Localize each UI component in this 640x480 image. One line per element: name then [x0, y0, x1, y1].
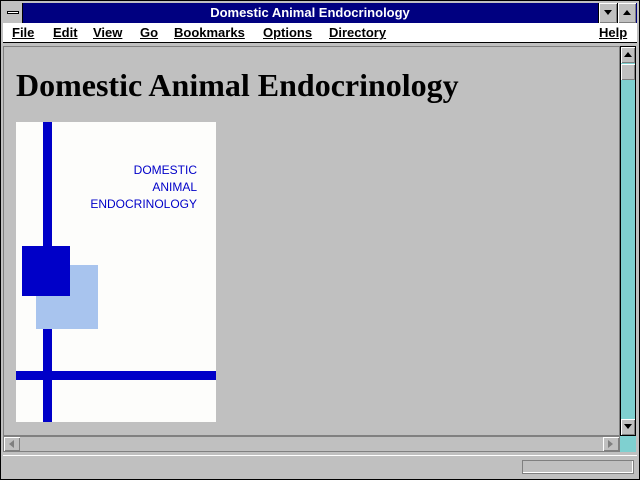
scroll-right-icon — [608, 440, 613, 448]
status-bar — [3, 455, 637, 478]
scrollbar-corner — [620, 436, 636, 452]
menu-directory[interactable]: Directory — [329, 25, 386, 40]
browser-window: Domestic Animal Endocrinology File Edit … — [0, 0, 640, 480]
maximize-button[interactable] — [617, 3, 636, 23]
menu-bookmarks[interactable]: Bookmarks — [174, 25, 245, 40]
cover-title-line: ANIMAL — [152, 180, 197, 194]
cover-title-line: DOMESTIC — [133, 163, 197, 177]
window-title: Domestic Animal Endocrinology — [210, 5, 410, 20]
scroll-down-button[interactable] — [621, 419, 635, 435]
scroll-left-button[interactable] — [4, 437, 20, 451]
title-bar[interactable]: Domestic Animal Endocrinology — [3, 3, 637, 23]
horizontal-scrollbar[interactable] — [3, 436, 620, 452]
menu-go[interactable]: Go — [140, 25, 158, 40]
cover-dark-square — [22, 246, 70, 296]
scroll-up-icon — [624, 52, 632, 57]
minimize-button[interactable] — [598, 3, 617, 23]
journal-cover-image: DOMESTIC ANIMAL ENDOCRINOLOGY — [16, 122, 216, 422]
cover-horizontal-stripe — [16, 371, 216, 380]
progress-indicator — [522, 460, 634, 474]
minimize-icon — [604, 10, 612, 15]
document-view[interactable]: Domestic Animal Endocrinology DOMESTIC A… — [3, 46, 620, 436]
scroll-right-button[interactable] — [603, 437, 619, 451]
menu-edit[interactable]: Edit — [53, 25, 78, 40]
vertical-scroll-thumb[interactable] — [621, 64, 635, 80]
menu-options[interactable]: Options — [263, 25, 312, 40]
menu-view[interactable]: View — [93, 25, 122, 40]
maximize-icon — [623, 10, 631, 15]
page-title: Domestic Animal Endocrinology — [16, 67, 459, 103]
vertical-scrollbar[interactable] — [620, 46, 636, 436]
menu-file[interactable]: File — [12, 25, 34, 40]
menu-help[interactable]: Help — [599, 25, 627, 40]
cover-title-line: ENDOCRINOLOGY — [90, 197, 197, 211]
scroll-up-button[interactable] — [621, 47, 635, 63]
cover-title: DOMESTIC ANIMAL ENDOCRINOLOGY — [90, 162, 197, 213]
scroll-left-icon — [9, 440, 14, 448]
system-menu-icon[interactable] — [3, 3, 23, 23]
scroll-down-icon — [624, 424, 632, 429]
menu-bar: File Edit View Go Bookmarks Options Dire… — [3, 23, 637, 43]
